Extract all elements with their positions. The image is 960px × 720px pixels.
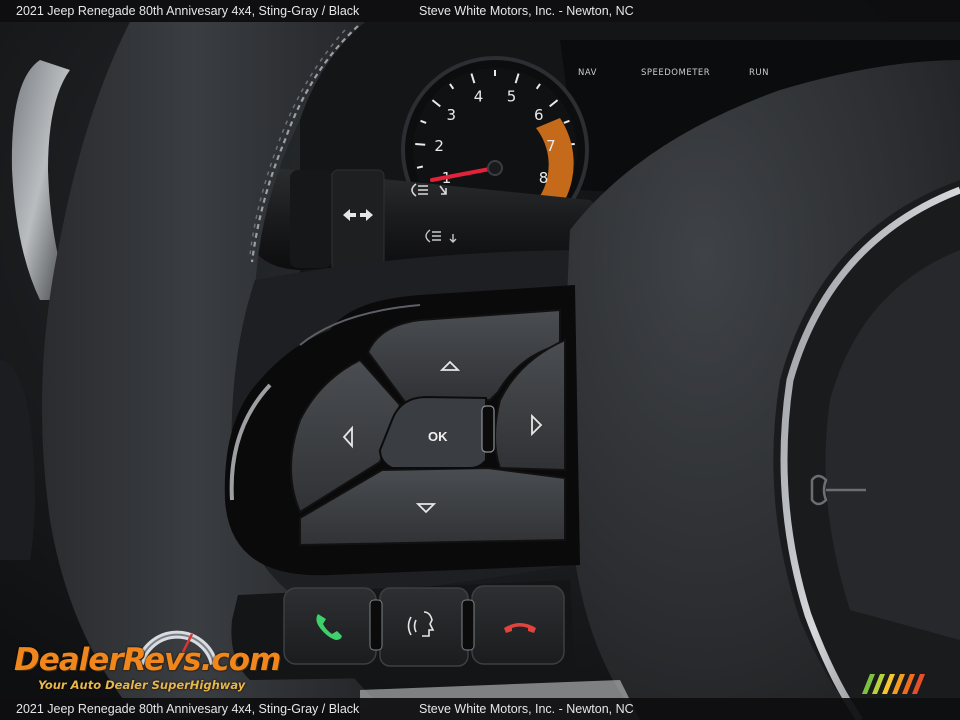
tach-number: 6 <box>534 106 544 124</box>
watermark-tagline: Your Auto Dealer SuperHighway <box>38 678 246 692</box>
tach-number: 8 <box>539 169 549 187</box>
phone-controls <box>231 580 575 680</box>
ok-button-label: OK <box>428 429 448 444</box>
dealer-stripes-logo <box>862 674 925 694</box>
tach-number: 7 <box>546 137 556 155</box>
dealer-caption-bottom: Steve White Motors, Inc. - Newton, NC <box>419 702 634 716</box>
tach-number: 5 <box>507 87 517 105</box>
vehicle-caption-bottom: 2021 Jeep Renegade 80th Annivesary 4x4, … <box>16 702 360 716</box>
dealer-caption: Steve White Motors, Inc. - Newton, NC <box>419 4 634 18</box>
tach-number: 2 <box>434 137 444 155</box>
cluster-label-speedometer: SPEEDOMETER <box>641 68 711 78</box>
tach-number: 3 <box>446 106 456 124</box>
vehicle-caption: 2021 Jeep Renegade 80th Annivesary 4x4, … <box>16 4 360 18</box>
cluster-label-nav: NAV <box>578 68 597 78</box>
caption-bar-top: 2021 Jeep Renegade 80th Annivesary 4x4, … <box>0 0 960 22</box>
call-accept-button[interactable] <box>283 587 377 665</box>
tach-tick <box>415 143 426 146</box>
tach-number: 4 <box>474 87 484 105</box>
caption-bar-bottom: 2021 Jeep Renegade 80th Annivesary 4x4, … <box>0 698 960 720</box>
cluster-label-run: RUN <box>749 68 769 78</box>
voice-command-button[interactable] <box>379 587 469 667</box>
tach-tick <box>416 165 424 169</box>
steering-wheel-photo: 12345678 <box>0 0 960 720</box>
dealerrevs-watermark: DealerRevs.com Your Auto Dealer SuperHig… <box>12 622 281 700</box>
watermark-logo: DealerRevs.com <box>14 642 281 678</box>
